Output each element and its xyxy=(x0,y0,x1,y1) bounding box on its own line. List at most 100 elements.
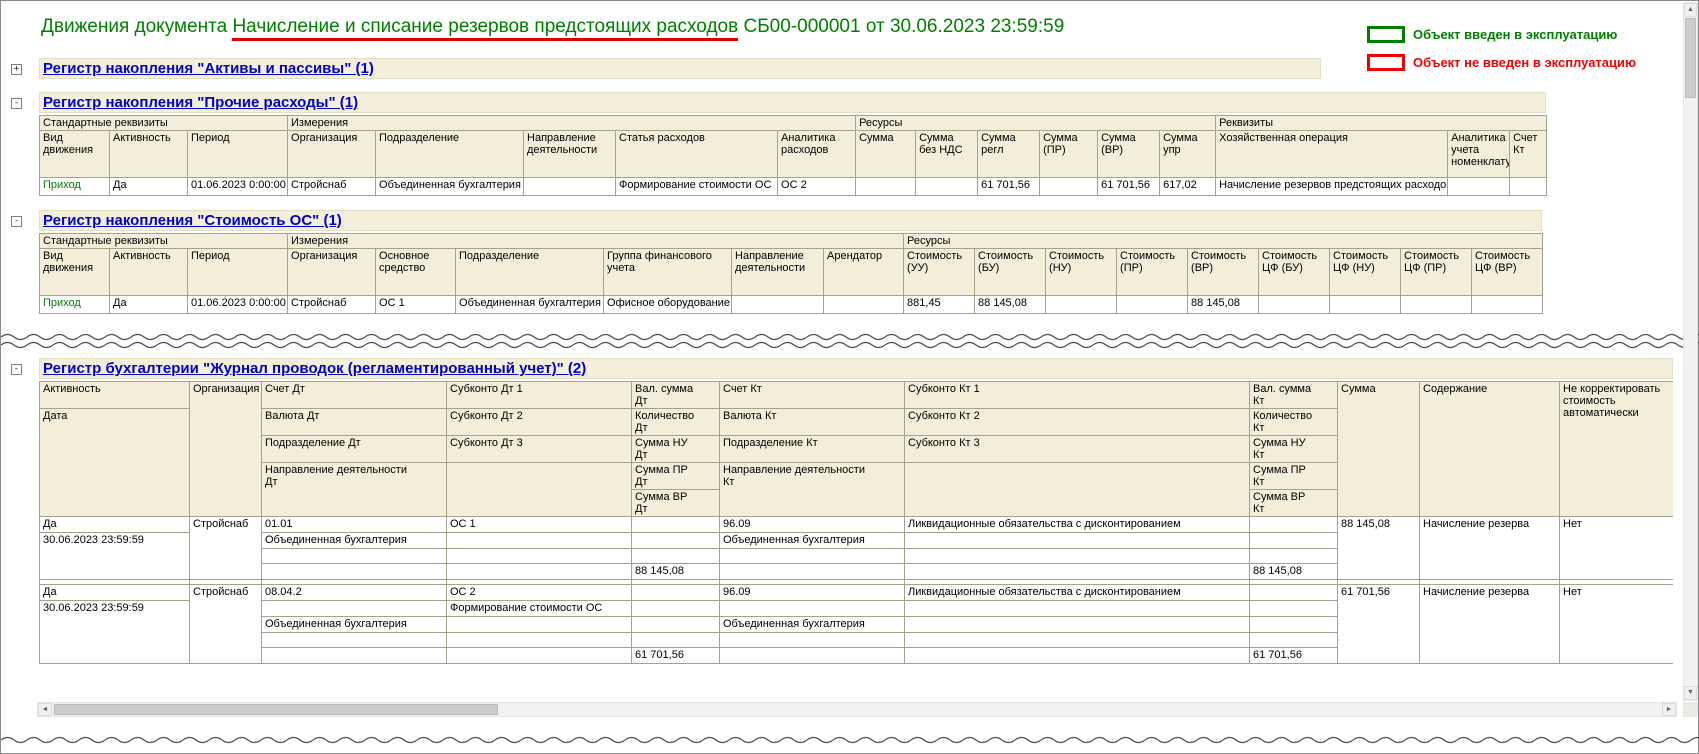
collapse-icon[interactable]: - xyxy=(11,216,22,227)
grid-cell[interactable] xyxy=(631,584,720,601)
grid-cell[interactable]: 881,45 xyxy=(903,295,976,314)
grid-cell[interactable]: Офисное оборудование xyxy=(603,295,733,314)
section-title-journal-entries[interactable]: Регистр бухгалтерии "Журнал проводок (ре… xyxy=(43,360,586,377)
grid-cell[interactable] xyxy=(904,616,1250,633)
grid-cell[interactable]: 617,02 xyxy=(1159,177,1217,196)
grid-cell[interactable]: 01.06.2023 0:00:00 xyxy=(186,295,289,314)
grid-cell[interactable] xyxy=(1249,616,1338,633)
expand-icon[interactable]: + xyxy=(11,64,22,75)
grid-cell[interactable] xyxy=(261,600,447,617)
grid-cell[interactable]: Ликвидационные обязательства с дисконтир… xyxy=(904,516,1250,533)
grid-cell[interactable]: 61 701,56 xyxy=(631,647,720,664)
grid-cell[interactable] xyxy=(631,548,720,564)
grid-cell[interactable]: ОС 1 xyxy=(446,516,632,533)
scroll-up-button[interactable]: ▲ xyxy=(1684,3,1697,17)
section-title-assets-liabilities[interactable]: Регистр накопления "Активы и пассивы" (1… xyxy=(43,60,374,77)
grid-cell[interactable]: 61 701,56 xyxy=(1249,647,1338,664)
grid-cell[interactable] xyxy=(1249,516,1338,533)
grid-cell[interactable]: 88 145,08 xyxy=(631,563,720,580)
grid-cell[interactable]: Ликвидационные обязательства с дисконтир… xyxy=(904,584,1250,601)
grid-cell[interactable]: ОС 2 xyxy=(446,584,632,601)
grid-cell[interactable]: 61 701,56 xyxy=(1097,177,1161,196)
grid-cell[interactable]: Начисление резерва xyxy=(1419,584,1560,664)
grid-cell[interactable]: Начисление резерва xyxy=(1419,516,1560,580)
grid-cell[interactable] xyxy=(446,563,632,580)
grid-cell[interactable]: ОС 2 xyxy=(777,177,857,196)
grid-cell[interactable] xyxy=(1249,532,1338,549)
grid-cell[interactable] xyxy=(523,177,617,196)
grid-cell[interactable] xyxy=(1039,177,1099,196)
section-title-asset-cost[interactable]: Регистр накопления "Стоимость ОС" (1) xyxy=(43,212,342,229)
grid-cell[interactable] xyxy=(1471,295,1544,314)
grid-cell[interactable] xyxy=(446,616,632,633)
grid-cell[interactable]: Объединенная бухгалтерия xyxy=(719,616,905,633)
grid-cell[interactable]: Стройснаб xyxy=(189,584,262,664)
grid-cell[interactable] xyxy=(1509,177,1548,196)
grid-cell[interactable]: Стройснаб xyxy=(287,177,377,196)
scroll-right-button[interactable]: ► xyxy=(1662,703,1676,716)
grid-cell[interactable]: Формирование стоимости ОС xyxy=(615,177,779,196)
grid-cell[interactable] xyxy=(719,548,905,564)
grid-cell[interactable] xyxy=(1447,177,1511,196)
grid-cell[interactable] xyxy=(904,632,1250,648)
grid-cell[interactable]: 30.06.2023 23:59:59 xyxy=(39,532,190,580)
grid-cell[interactable] xyxy=(446,632,632,648)
grid-cell[interactable]: 88 145,08 xyxy=(1337,516,1420,580)
scroll-down-button[interactable]: ▼ xyxy=(1684,686,1697,700)
grid-cell[interactable]: Да xyxy=(109,295,188,314)
grid-cell[interactable] xyxy=(446,532,632,549)
grid-cell[interactable]: Приход xyxy=(39,177,110,196)
grid-cell[interactable] xyxy=(1249,632,1338,648)
grid-cell[interactable] xyxy=(261,563,447,580)
grid-cell[interactable] xyxy=(915,177,979,196)
grid-cell[interactable] xyxy=(719,632,905,648)
grid-cell[interactable]: Да xyxy=(109,177,188,196)
collapse-icon[interactable]: - xyxy=(11,98,22,109)
grid-cell[interactable] xyxy=(904,532,1250,549)
grid-cell[interactable] xyxy=(719,563,905,580)
grid-cell[interactable] xyxy=(904,600,1250,617)
grid-cell[interactable]: 96.09 xyxy=(719,584,905,601)
grid-cell[interactable] xyxy=(904,548,1250,564)
grid-cell[interactable]: Да xyxy=(39,516,190,533)
grid-cell[interactable]: 88 145,08 xyxy=(1187,295,1260,314)
grid-cell[interactable]: Нет xyxy=(1559,516,1673,580)
grid-cell[interactable] xyxy=(631,600,720,617)
grid-cell[interactable] xyxy=(446,548,632,564)
grid-cell[interactable] xyxy=(904,647,1250,664)
grid-cell[interactable]: ОС 1 xyxy=(375,295,457,314)
vertical-scrollbar-thumb[interactable] xyxy=(1685,18,1696,98)
grid-cell[interactable]: 01.01 xyxy=(261,516,447,533)
grid-cell[interactable] xyxy=(446,647,632,664)
grid-cell[interactable]: Объединенная бухгалтерия xyxy=(455,295,605,314)
grid-cell[interactable]: 61 701,56 xyxy=(977,177,1041,196)
grid-cell[interactable] xyxy=(261,647,447,664)
grid-cell[interactable] xyxy=(261,548,447,564)
horizontal-scrollbar-thumb[interactable] xyxy=(54,704,498,715)
grid-cell[interactable] xyxy=(855,177,917,196)
grid-cell[interactable] xyxy=(1400,295,1473,314)
grid-cell[interactable] xyxy=(631,516,720,533)
grid-cell[interactable]: 61 701,56 xyxy=(1337,584,1420,664)
grid-cell[interactable] xyxy=(904,563,1250,580)
grid-cell[interactable] xyxy=(1258,295,1331,314)
grid-cell[interactable] xyxy=(261,632,447,648)
grid-cell[interactable]: 88 145,08 xyxy=(974,295,1047,314)
grid-cell[interactable]: 01.06.2023 0:00:00 xyxy=(186,177,289,196)
horizontal-scrollbar[interactable]: ◄ ► xyxy=(37,702,1677,717)
grid-cell[interactable] xyxy=(1116,295,1189,314)
grid-cell[interactable]: Объединенная бухгалтерия xyxy=(375,177,525,196)
grid-cell[interactable]: Да xyxy=(39,584,190,601)
grid-cell[interactable] xyxy=(631,616,720,633)
grid-cell[interactable]: Нет xyxy=(1559,584,1673,664)
grid-cell[interactable]: Объединенная бухгалтерия xyxy=(261,532,447,549)
section-title-other-expenses[interactable]: Регистр накопления "Прочие расходы" (1) xyxy=(43,94,358,111)
grid-cell[interactable] xyxy=(1249,584,1338,601)
grid-cell[interactable]: 08.04.2 xyxy=(261,584,447,601)
grid-cell[interactable]: Приход xyxy=(39,295,110,314)
grid-cell[interactable]: 88 145,08 xyxy=(1249,563,1338,580)
collapse-icon[interactable]: - xyxy=(11,364,22,375)
grid-cell[interactable] xyxy=(1249,600,1338,617)
grid-cell[interactable]: 96.09 xyxy=(719,516,905,533)
grid-cell[interactable]: Начисление резервов предстоящих расходов xyxy=(1215,177,1449,196)
